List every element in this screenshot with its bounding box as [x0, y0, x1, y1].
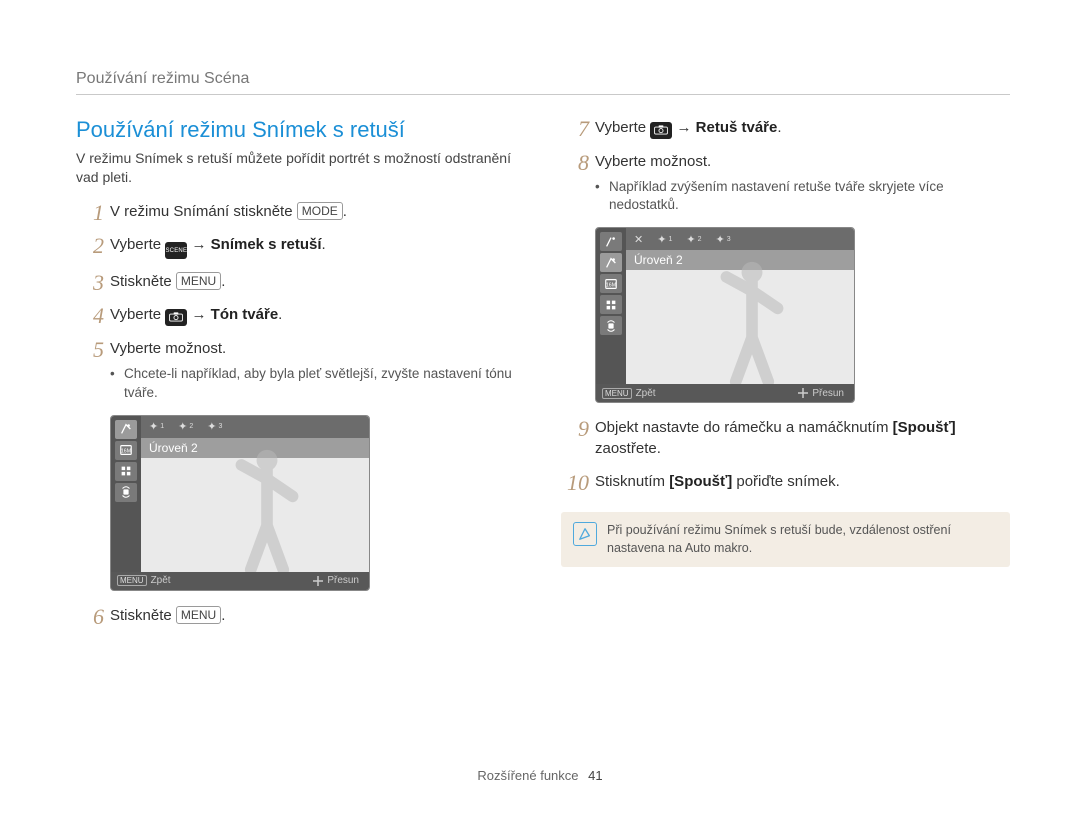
level-option-1: ✦1 — [657, 233, 672, 246]
step-4: 4 Vyberte → Tón tváře. — [76, 304, 525, 326]
step-number: 9 — [561, 414, 589, 445]
person-silhouette — [207, 444, 327, 572]
sidebar-btn-stabilize — [600, 316, 622, 335]
level-selector-strip: ✕ ✦1 ✦2 ✦3 — [626, 228, 854, 250]
person-silhouette — [692, 256, 812, 384]
footer-page: 41 — [588, 768, 602, 783]
shot-sidebar: 16M — [111, 416, 141, 590]
dpad-icon — [798, 388, 808, 398]
level-option-1: ✦1 — [149, 420, 164, 433]
shot-bottom-bar: MENU Zpět Přesun — [111, 572, 369, 590]
dpad-icon — [313, 576, 323, 586]
mode-tag: MODE — [297, 202, 343, 220]
level-label: Úroveň 2 — [634, 253, 683, 267]
note-text: Při používání režimu Snímek s retuší bud… — [607, 522, 998, 557]
step-text: Stisknutím — [595, 473, 669, 490]
level-option-2: ✦2 — [178, 420, 193, 433]
step-10: 10 Stisknutím [Spoušť] pořiďte snímek. — [561, 471, 1010, 492]
page-header: Používání režimu Scéna — [76, 70, 1010, 88]
camera-ui-screenshot: 16M ✦1 ✦2 ✦3 Úroveň 2 — [110, 415, 370, 591]
step-9: 9 Objekt nastavte do rámečku a namáčknut… — [561, 417, 1010, 459]
menu-tag-small: MENU — [602, 388, 632, 399]
menu-tag-small: MENU — [117, 575, 147, 586]
sidebar-btn-retouch — [600, 253, 622, 272]
step-text: Vyberte — [110, 306, 165, 323]
step-text: Vyberte — [110, 236, 165, 253]
sidebar-btn-grid — [600, 295, 622, 314]
camera-ui-screenshot: 16M ✕ ✦1 ✦2 ✦3 Úroveň 2 — [595, 227, 855, 403]
step-8: 8 Vyberte možnost. Například zvýšením na… — [561, 151, 1010, 216]
step-text: Vyberte — [595, 119, 650, 136]
level-selector-strip: ✦1 ✦2 ✦3 — [141, 416, 369, 438]
svg-text:16M: 16M — [121, 449, 131, 455]
move-label: Přesun — [812, 388, 844, 399]
step-number: 5 — [76, 335, 104, 366]
step-number: 2 — [76, 231, 104, 262]
step-text: V režimu Snímání stiskněte — [110, 203, 297, 220]
back-label: Zpět — [636, 388, 656, 399]
sidebar-btn-stabilize — [115, 483, 137, 502]
step-5: 5 Vyberte možnost. Chcete-li například, … — [76, 338, 525, 403]
step-sub-bullet: Chcete-li například, aby byla pleť světl… — [110, 365, 525, 403]
level-label: Úroveň 2 — [149, 441, 198, 455]
page-footer: Rozšířené funkce 41 — [0, 768, 1080, 783]
intro-text: V režimu Snímek s retuší můžete pořídit … — [76, 149, 525, 187]
camera-icon — [650, 122, 672, 139]
menu-tag: MENU — [176, 272, 221, 290]
left-column: Používání režimu Snímek s retuší V režim… — [76, 117, 525, 638]
step-number: 7 — [561, 114, 589, 145]
sidebar-btn-resolution: 16M — [115, 441, 137, 460]
level-option-2: ✦2 — [686, 233, 701, 246]
sidebar-btn-grid — [115, 462, 137, 481]
scene-icon: SCENE — [165, 242, 187, 259]
step-6: 6 Stiskněte MENU. — [76, 605, 525, 626]
step-text: Stiskněte — [110, 607, 176, 624]
right-column: 7 Vyberte → Retuš tváře. 8 Vyberte možno… — [561, 117, 1010, 638]
section-title: Používání režimu Snímek s retuší — [76, 117, 525, 143]
level-option-off: ✕ — [634, 233, 643, 246]
footer-section: Rozšířené funkce — [477, 768, 578, 783]
step-text: Vyberte možnost. — [110, 340, 226, 357]
step-text: Vyberte možnost. — [595, 153, 711, 170]
step-text: Objekt nastavte do rámečku a namáčknutím — [595, 419, 893, 436]
back-label: Zpět — [151, 575, 171, 586]
header-rule — [76, 94, 1010, 95]
step-sub-bullet: Například zvýšením nastavení retuše tvář… — [595, 178, 1010, 216]
sidebar-btn-retouch — [115, 420, 137, 439]
shot-bottom-bar: MENU Zpět Přesun — [596, 384, 854, 402]
sidebar-btn-resolution: 16M — [600, 274, 622, 293]
step-2: 2 Vyberte SCENE → Snímek s retuší. — [76, 234, 525, 260]
menu-tag: MENU — [176, 606, 221, 624]
level-option-3: ✦3 — [207, 420, 222, 433]
step-3: 3 Stiskněte MENU. — [76, 271, 525, 292]
step-number: 1 — [76, 198, 104, 229]
step-number: 8 — [561, 148, 589, 179]
level-option-3: ✦3 — [715, 233, 730, 246]
step-number: 6 — [76, 602, 104, 633]
shot-sidebar: 16M — [596, 228, 626, 402]
note-box: Při používání režimu Snímek s retuší bud… — [561, 512, 1010, 567]
step-number: 4 — [76, 301, 104, 332]
move-label: Přesun — [327, 575, 359, 586]
step-text: Stiskněte — [110, 273, 176, 290]
step-number: 10 — [561, 468, 589, 499]
step-7: 7 Vyberte → Retuš tváře. — [561, 117, 1010, 139]
step-number: 3 — [76, 268, 104, 299]
step-1: 1 V režimu Snímání stiskněte MODE. — [76, 201, 525, 222]
camera-icon — [165, 309, 187, 326]
sidebar-btn-tone — [600, 232, 622, 251]
note-icon — [573, 522, 597, 546]
svg-text:16M: 16M — [606, 282, 616, 288]
